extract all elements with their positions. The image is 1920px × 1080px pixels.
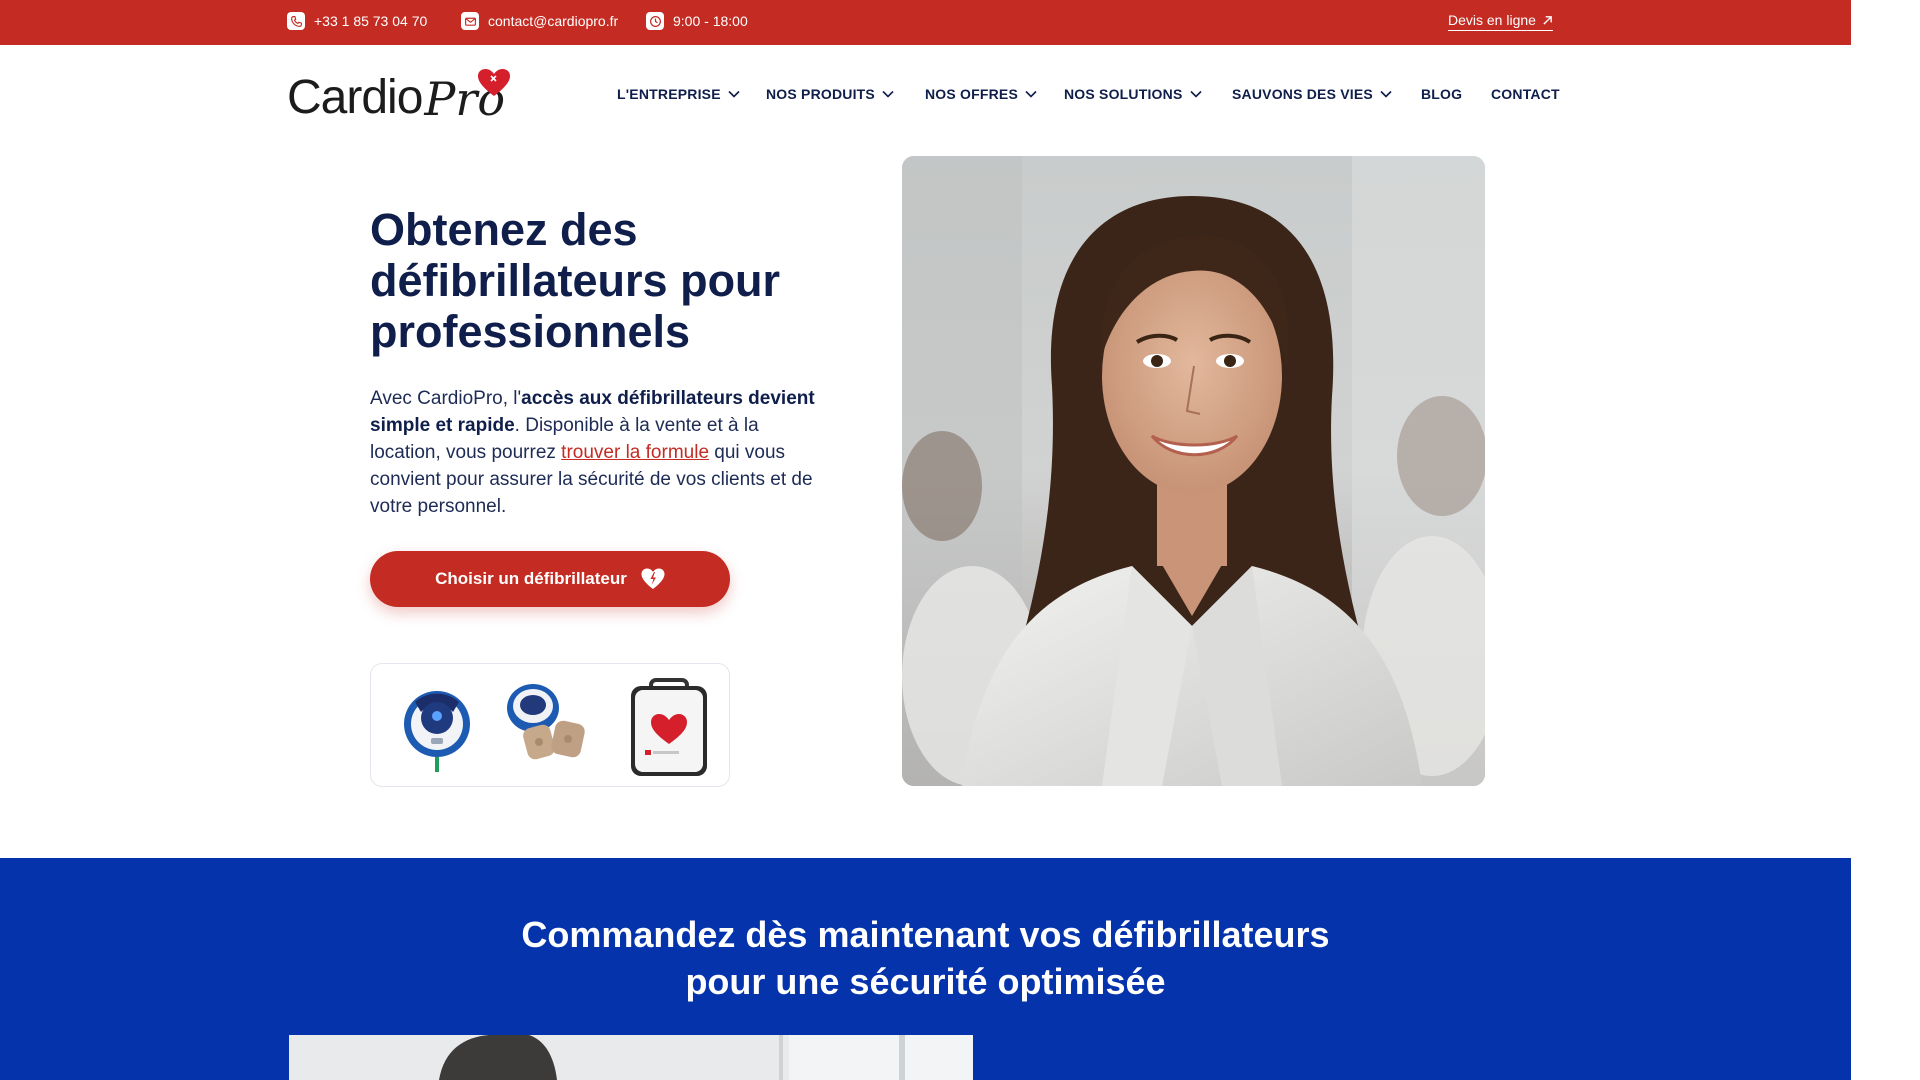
chevron-down-icon <box>882 90 894 98</box>
nav-label: CONTACT <box>1491 86 1560 102</box>
chevron-down-icon <box>728 90 740 98</box>
hours-info: 9:00 - 18:00 <box>646 12 748 30</box>
nav-label: NOS SOLUTIONS <box>1064 86 1183 102</box>
nav-item-contact[interactable]: CONTACT <box>1491 86 1560 102</box>
hero-text-part: Avec CardioPro, l' <box>370 388 522 409</box>
choose-defibrillator-button[interactable]: Choisir un défibrillateur <box>370 551 730 607</box>
phone-icon <box>287 12 305 30</box>
order-title-line1: Commandez dès maintenant vos défibrillat… <box>521 914 1330 955</box>
opening-hours: 9:00 - 18:00 <box>673 13 748 29</box>
products-preview <box>370 663 730 787</box>
nav-label: BLOG <box>1421 86 1463 102</box>
find-formula-link[interactable]: trouver la formule <box>561 442 709 463</box>
nav-item-solutions[interactable]: NOS SOLUTIONS <box>1064 86 1202 102</box>
nav-item-blog[interactable]: BLOG <box>1421 86 1462 102</box>
top-bar: +33 1 85 73 04 70 contact@cardiopro.fr 9… <box>0 0 1851 45</box>
chevron-down-icon <box>1189 90 1202 98</box>
order-section: Commandez dès maintenant vos défibrillat… <box>0 858 1851 1080</box>
phone-contact[interactable]: +33 1 85 73 04 70 <box>287 12 427 30</box>
main-navigation: L'ENTREPRISE NOS PRODUITS NOS OFFRES NOS… <box>0 86 1920 106</box>
clock-icon <box>646 12 664 30</box>
nav-item-sauvons-des-vies[interactable]: SAUVONS DES VIES <box>1232 86 1392 102</box>
nav-label: SAUVONS DES VIES <box>1232 86 1373 102</box>
photo-illustration <box>289 1035 973 1080</box>
heart-pulse-icon <box>641 568 665 589</box>
cta-label: Choisir un défibrillateur <box>435 569 627 588</box>
online-quote-label: Devis en ligne <box>1448 12 1536 28</box>
mail-icon <box>461 12 479 30</box>
email-address: contact@cardiopro.fr <box>488 13 619 29</box>
nav-label: NOS OFFRES <box>925 86 1019 102</box>
photo-illustration <box>902 156 1485 786</box>
order-section-title: Commandez dès maintenant vos défibrillat… <box>0 911 1851 1005</box>
hero-title: Obtenez des défibrillateurs pour profess… <box>370 204 781 357</box>
order-title-line2: pour une sécurité optimisée <box>685 961 1166 1002</box>
phone-number: +33 1 85 73 04 70 <box>314 13 428 29</box>
chevron-down-icon <box>1025 90 1037 98</box>
nav-item-produits[interactable]: NOS PRODUITS <box>766 86 894 102</box>
nav-item-entreprise[interactable]: L'ENTREPRISE <box>617 86 740 102</box>
email-contact[interactable]: contact@cardiopro.fr <box>461 12 618 30</box>
online-quote-link[interactable]: Devis en ligne <box>1448 12 1553 31</box>
external-arrow-icon <box>1543 15 1552 25</box>
hero-description: Avec CardioPro, l'accès aux défibrillate… <box>370 385 820 520</box>
nav-label: L'ENTREPRISE <box>617 86 721 102</box>
chevron-down-icon <box>1380 90 1392 98</box>
nav-item-offres[interactable]: NOS OFFRES <box>925 86 1037 102</box>
defibrillator-with-pads-image[interactable] <box>501 678 601 774</box>
defibrillator-case-image[interactable] <box>627 678 711 778</box>
defibrillator-samaritan-image[interactable] <box>401 678 473 774</box>
businessman-photo <box>289 1035 973 1080</box>
nav-label: NOS PRODUITS <box>766 86 875 102</box>
hero-woman-photo <box>902 156 1485 786</box>
